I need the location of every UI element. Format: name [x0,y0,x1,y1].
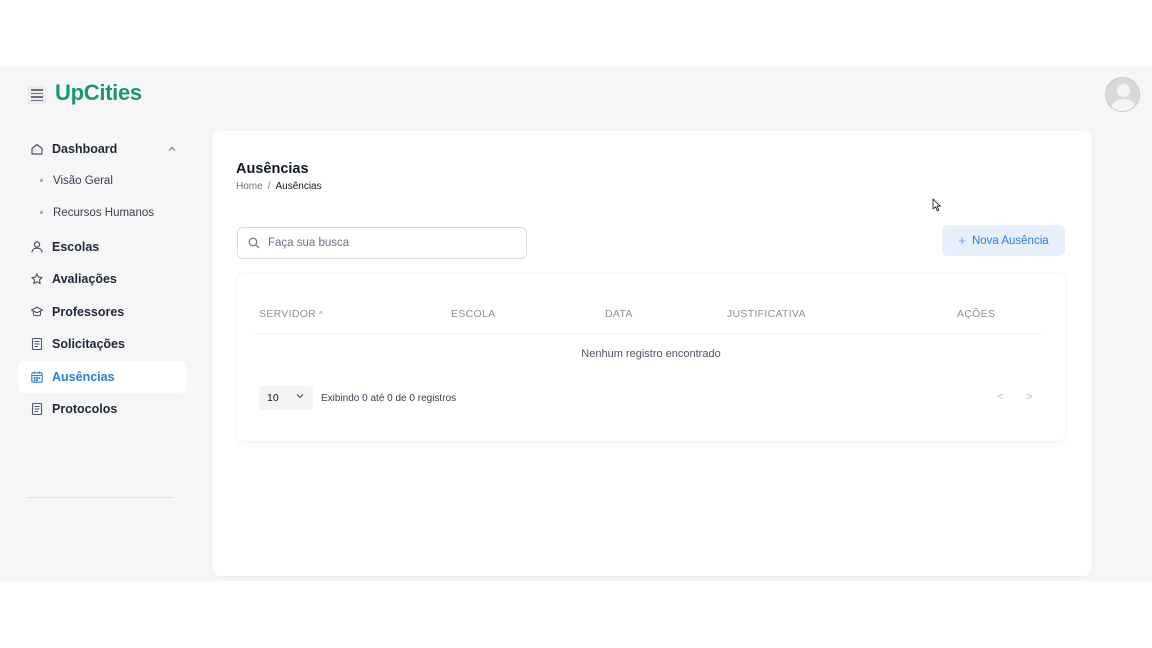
app-window: UpCities Dashboard Visão Geral Recursos … [0,67,1152,581]
star-icon [30,272,44,286]
table-header-divider [255,333,1041,334]
sidebar-item-label: Solicitações [52,337,125,351]
page-title: Ausências [236,161,309,177]
sidebar-item-ausencias[interactable]: Ausências [18,360,186,393]
sidebar-subitem-visao-geral[interactable]: Visão Geral [18,165,186,197]
sidebar-item-label: Protocolos [52,402,118,416]
sidebar-item-dashboard[interactable]: Dashboard [18,133,186,165]
document-icon [30,402,44,416]
new-absence-label: Nova Ausência [971,234,1049,247]
breadcrumb-current: Ausências [275,181,322,192]
search-box[interactable] [237,227,527,259]
sidebar-item-escolas[interactable]: Escolas [18,231,186,263]
sidebar-subitem-label: Recursos Humanos [53,206,154,219]
sidebar-item-avaliacoes[interactable]: Avaliações [18,263,186,295]
sidebar-subitem-label: Visão Geral [53,174,113,187]
breadcrumb-home[interactable]: Home [236,181,263,192]
sidebar-item-label: Ausências [52,369,115,384]
sidebar-item-professores[interactable]: Professores [18,296,186,328]
column-header-data[interactable]: DATA [605,308,633,320]
plus-icon: + [958,233,966,248]
mouse-cursor-icon [932,198,941,212]
sidebar-divider [28,497,174,498]
column-header-escola[interactable]: ESCOLA [451,308,495,320]
page-size-value: 10 [267,392,279,404]
home-icon [30,142,44,156]
user-avatar[interactable] [1105,77,1140,112]
main-card: Ausências Home / Ausências + Nova Ausênc… [212,131,1092,576]
document-icon [30,337,44,351]
sidebar-item-label: Dashboard [52,142,118,156]
pagination-prev-button[interactable]: < [997,391,1003,403]
breadcrumb-separator: / [267,181,271,192]
menu-icon[interactable] [28,86,46,104]
app-logo[interactable]: UpCities [55,80,142,106]
sidebar-item-label: Escolas [52,239,100,254]
avatar-head [1117,84,1130,97]
breadcrumb: Home / Ausências [236,181,322,192]
sidebar-item-label: Professores [52,304,125,319]
absences-table: SERVIDOR ^ ESCOLA DATA JUSTIFICATIVA AÇÕE… [237,274,1065,441]
search-icon [248,237,260,249]
sidebar-item-protocolos[interactable]: Protocolos [18,393,186,425]
calendar-icon [30,370,44,384]
sidebar-item-solicitacoes[interactable]: Solicitações [18,328,186,360]
chevron-up-icon[interactable] [168,144,176,154]
column-header-label: SERVIDOR [259,308,317,320]
graduation-cap-icon [30,305,44,319]
avatar-body [1111,99,1136,111]
column-header-justificativa[interactable]: JUSTIFICATIVA [727,308,806,320]
sidebar-item-label: Avaliações [52,272,117,286]
search-input[interactable] [268,237,508,249]
new-absence-button[interactable]: + Nova Ausência [942,225,1065,256]
chevron-down-icon [295,391,305,401]
sidebar: Dashboard Visão Geral Recursos Humanos E… [18,133,186,498]
empty-state-message: Nenhum registro encontrado [581,348,721,360]
column-header-servidor[interactable]: SERVIDOR ^ [259,308,323,320]
user-icon [30,240,44,254]
sidebar-subitem-recursos-humanos[interactable]: Recursos Humanos [18,197,186,229]
sort-asc-icon: ^ [319,310,324,319]
pagination-next-button[interactable]: > [1026,391,1032,403]
pagination-info: Exibindo 0 até 0 de 0 registros [321,393,457,404]
bullet-icon [40,179,43,182]
page-size-select[interactable]: 10 [259,386,313,410]
bullet-icon [40,211,43,214]
column-header-acoes: AÇÕES [957,308,996,320]
